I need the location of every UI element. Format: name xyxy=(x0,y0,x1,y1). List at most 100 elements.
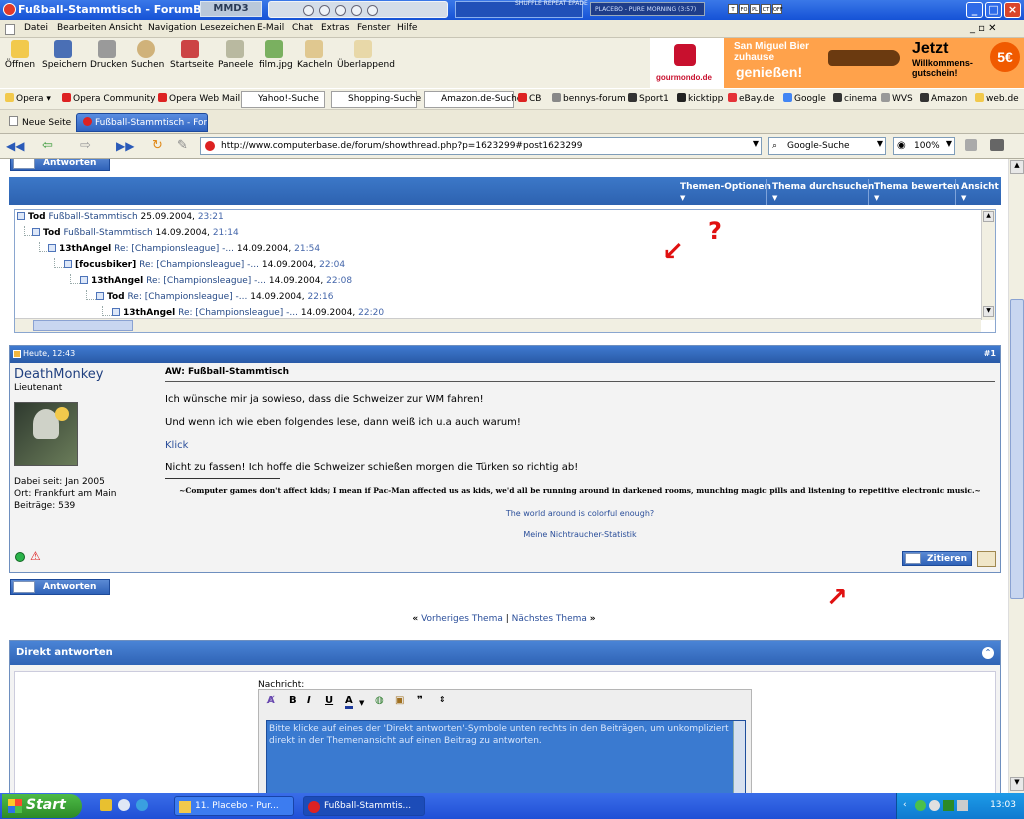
quicklaunch-icon[interactable] xyxy=(100,799,112,811)
bookmark-opera-webmail[interactable]: Opera Web Mail xyxy=(158,93,240,104)
bookmark-opera-community[interactable]: Opera Community xyxy=(62,93,156,104)
ie-icon[interactable] xyxy=(136,799,148,811)
close-icon[interactable]: × xyxy=(1004,2,1021,18)
mini-button[interactable]: OFF xyxy=(772,4,783,14)
bookmark-bennys[interactable]: bennys-forum xyxy=(552,93,626,104)
shopping-search-box[interactable]: Shopping-Suche xyxy=(331,91,421,108)
home-button[interactable]: Startseite xyxy=(170,40,214,70)
edit-icon[interactable]: ✎ xyxy=(177,138,188,153)
search-button[interactable]: Suchen xyxy=(131,40,164,70)
stop-icon[interactable] xyxy=(351,5,362,16)
tree-vertical-scrollbar[interactable]: ▲ ▼ xyxy=(981,210,995,320)
tab-active[interactable]: Fußball-Stammtisch - Foru... xyxy=(76,113,208,132)
menu-ansicht[interactable]: Ansicht xyxy=(109,23,142,33)
chevron-down-icon[interactable]: ▼ xyxy=(946,139,952,148)
tree-item[interactable]: [focusbiker] Re: [Championsleague] -... … xyxy=(64,260,345,270)
bookmark-wvs[interactable]: WVS xyxy=(881,93,913,104)
play-icon[interactable] xyxy=(319,5,330,16)
task-placebo[interactable]: 11. Placebo - Pur... xyxy=(174,796,294,816)
menu-fenster[interactable]: Fenster xyxy=(357,23,390,33)
bookmark-opera[interactable]: Opera ▾ xyxy=(5,93,51,104)
tree-item[interactable]: Tod Fußball-Stammtisch 14.09.2004, 21:14 xyxy=(32,228,239,238)
quote-button[interactable]: Zitieren xyxy=(902,551,972,566)
scroll-thumb[interactable] xyxy=(33,320,133,331)
camera-icon[interactable] xyxy=(990,139,1004,151)
message-textarea[interactable]: Bitte klicke auf eines der 'Direkt antwo… xyxy=(266,720,746,793)
panels-button[interactable]: Paneele xyxy=(218,40,253,70)
italic-icon[interactable]: I xyxy=(307,695,311,706)
pause-icon[interactable] xyxy=(335,5,346,16)
open-button[interactable]: Öffnen xyxy=(4,40,36,70)
bookmark-amazon[interactable]: Amazon xyxy=(920,93,967,104)
scroll-up-icon[interactable]: ▲ xyxy=(1010,160,1024,174)
bookmark-cinema[interactable]: cinema xyxy=(833,93,877,104)
prev-icon[interactable] xyxy=(303,5,314,16)
reply-button-top[interactable]: Antworten xyxy=(10,159,110,171)
reload-icon[interactable]: ↻ xyxy=(152,138,163,153)
bookmark-kicktipp[interactable]: kicktipp xyxy=(677,93,723,104)
bookmark-ebay[interactable]: eBay.de xyxy=(728,93,774,104)
thread-rate-menu[interactable]: Thema bewerten ▼ xyxy=(874,182,959,202)
menu-datei[interactable]: Datei xyxy=(24,23,48,33)
menu-bearbeiten[interactable]: Bearbeiten xyxy=(57,23,106,33)
underline-icon[interactable]: U xyxy=(325,695,333,706)
next-icon[interactable] xyxy=(367,5,378,16)
quicklaunch-icon[interactable] xyxy=(118,799,130,811)
bookmark-webde[interactable]: web.de xyxy=(975,93,1019,104)
task-forum[interactable]: Fußball-Stammtis... xyxy=(303,796,425,816)
fast-forward-icon[interactable]: ▶▶ xyxy=(116,139,134,153)
menu-extras[interactable]: Extras xyxy=(321,23,349,33)
post-number[interactable]: #1 xyxy=(984,349,996,358)
thread-search-menu[interactable]: Thema durchsuchen ▼ xyxy=(772,182,874,202)
menu-lesezeichen[interactable]: Lesezeichen xyxy=(200,23,255,33)
tree-horizontal-scrollbar[interactable] xyxy=(15,318,981,332)
tree-item[interactable]: 13thAngel Re: [Championsleague] -... 14.… xyxy=(112,308,384,318)
tree-item[interactable]: Tod Re: [Championsleague] -... 14.09.200… xyxy=(96,292,333,302)
post-link[interactable]: Klick xyxy=(165,440,188,451)
chevron-down-icon[interactable]: ▼ xyxy=(359,699,364,707)
mini-button[interactable]: PL xyxy=(750,4,760,14)
scroll-down-icon[interactable]: ▼ xyxy=(1010,777,1024,791)
mini-button[interactable]: FO xyxy=(739,4,749,14)
report-icon[interactable]: ⚠ xyxy=(30,549,41,563)
restore-minimize-icon[interactable]: _ ▫ ✕ xyxy=(970,23,997,34)
text-color-icon[interactable]: A xyxy=(345,695,353,709)
scroll-thumb[interactable] xyxy=(1010,299,1024,599)
reply-button-bottom[interactable]: Antworten xyxy=(10,579,110,595)
scroll-up-icon[interactable]: ▲ xyxy=(983,211,994,222)
chevron-down-icon[interactable]: ▼ xyxy=(877,139,883,148)
save-button[interactable]: Speichern xyxy=(42,40,87,70)
tree-item[interactable]: Tod Fußball-Stammtisch 25.09.2004, 23:21 xyxy=(17,212,224,222)
signature-link[interactable]: Meine Nichtraucher-Statistik xyxy=(160,530,1000,539)
tray-icon[interactable] xyxy=(929,800,940,811)
tab-new-page[interactable]: Neue Seite xyxy=(3,113,77,132)
yahoo-search-box[interactable]: Yahoo!-Suche xyxy=(241,91,325,108)
resize-icon[interactable]: ⇕ xyxy=(439,695,446,704)
forward-arrow-icon[interactable]: ⇨ xyxy=(80,138,91,153)
minimize-icon[interactable]: _ xyxy=(966,2,983,18)
mini-button[interactable]: CT xyxy=(761,4,771,14)
menu-hilfe[interactable]: Hilfe xyxy=(397,23,417,33)
signature-link[interactable]: The world around is colorful enough? xyxy=(160,509,1000,518)
tree-item[interactable]: 13thAngel Re: [Championsleague] -... 14.… xyxy=(48,244,320,254)
bold-icon[interactable]: B xyxy=(289,695,297,706)
textarea-scrollbar[interactable] xyxy=(733,721,745,793)
page-scrollbar[interactable]: ▲ ▼ xyxy=(1008,159,1024,793)
bookmark-google[interactable]: Google xyxy=(783,93,826,104)
tile-button[interactable]: Kacheln xyxy=(297,40,333,70)
username[interactable]: DeathMonkey xyxy=(14,367,103,382)
quote-icon[interactable]: ❞ xyxy=(417,695,423,706)
url-field[interactable]: http://www.computerbase.de/forum/showthr… xyxy=(200,137,762,155)
print-button[interactable]: Drucken xyxy=(90,40,127,70)
film-button[interactable]: film.jpg xyxy=(259,40,293,70)
thread-view-menu[interactable]: Ansicht ▼ xyxy=(961,182,999,202)
ad-banner[interactable]: gourmondo.de San Miguel Bier zuhause gen… xyxy=(650,38,1024,88)
menu-navigation[interactable]: Navigation xyxy=(148,23,197,33)
bookmark-sport1[interactable]: Sport1 xyxy=(628,93,669,104)
tree-item[interactable]: 13thAngel Re: [Championsleague] -... 14.… xyxy=(80,276,352,286)
tray-icon[interactable] xyxy=(915,800,926,811)
collapse-icon[interactable]: ⌃ xyxy=(982,647,994,659)
chevron-left-icon[interactable]: ‹ xyxy=(903,800,907,810)
back-icon[interactable]: ◀◀ xyxy=(6,139,24,153)
zoom-field[interactable]: ◉ 100% ▼ xyxy=(893,137,955,155)
